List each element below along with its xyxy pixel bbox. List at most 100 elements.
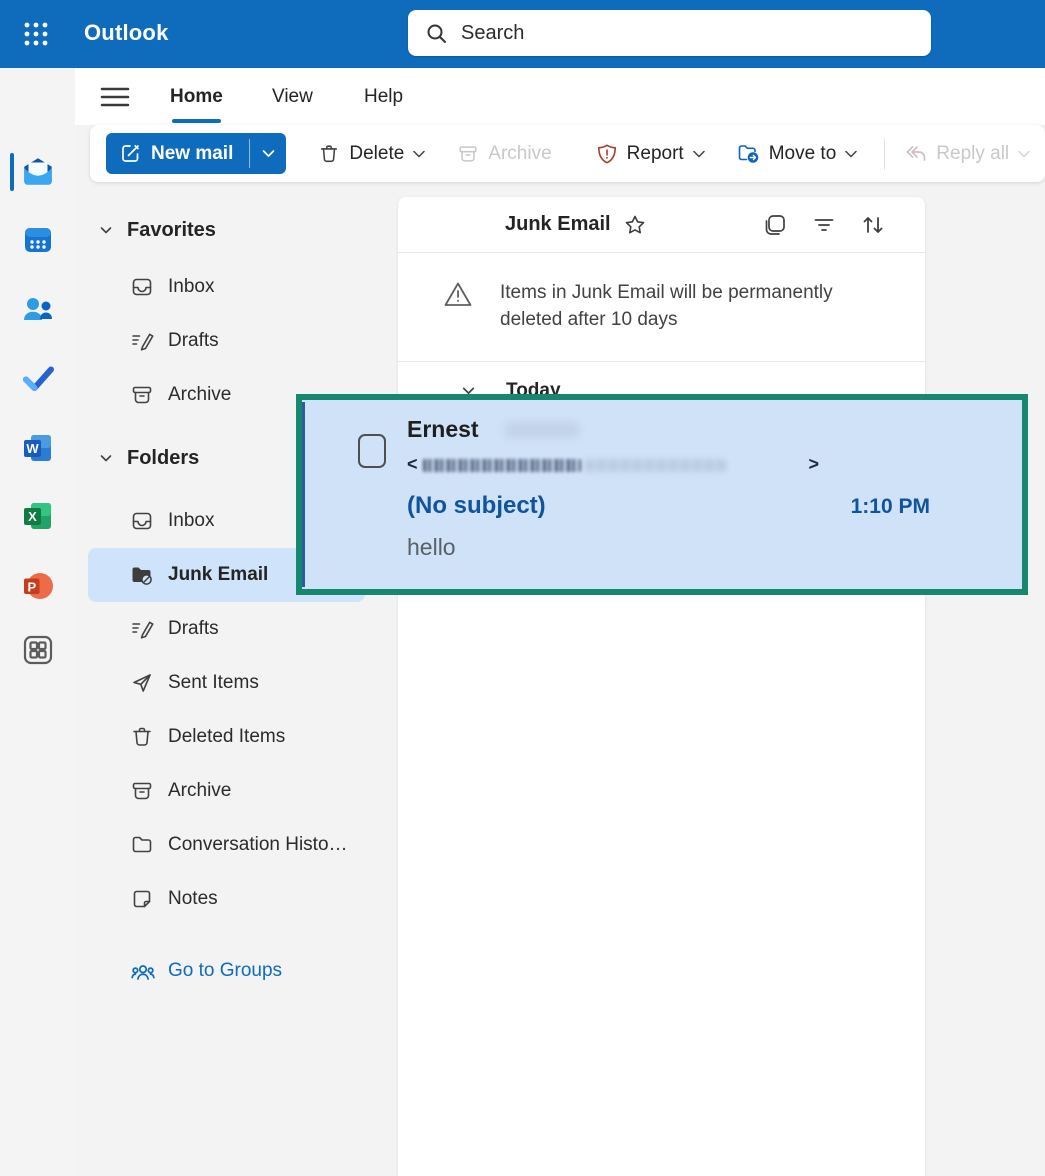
report-button[interactable]: Report [586, 135, 715, 173]
powerpoint-icon: P [20, 568, 56, 604]
rail-more-apps-button[interactable] [0, 626, 75, 674]
tab-help[interactable]: Help [364, 80, 403, 114]
email-address-line: < > [407, 454, 819, 478]
search-input[interactable] [461, 22, 891, 45]
top-bar: Outlook [0, 0, 1045, 68]
rail-word-button[interactable]: W [0, 424, 75, 472]
collapse-folder-pane-button[interactable] [100, 82, 136, 112]
go-to-groups-link[interactable]: Go to Groups [88, 944, 365, 998]
message-list-header: Junk Email [398, 197, 925, 253]
folder-label: Inbox [168, 276, 214, 298]
folder-deleted-items[interactable]: Deleted Items [88, 710, 365, 764]
folder-conversation-history[interactable]: Conversation Histo… [88, 818, 365, 872]
favorite-drafts[interactable]: Drafts [88, 314, 365, 368]
new-mail-split-button: New mail [106, 133, 286, 174]
folder-label: Conversation Histo… [168, 834, 348, 856]
new-mail-label: New mail [151, 143, 233, 165]
select-icon [762, 212, 788, 238]
folder-label: Junk Email [168, 564, 268, 586]
rail-people-button[interactable] [0, 286, 75, 334]
outlook-window: Outlook [0, 0, 1045, 1176]
junk-folder-icon [130, 563, 154, 587]
archive-button: Archive [447, 135, 561, 173]
archive-icon [130, 779, 154, 803]
rail-calendar-button[interactable] [0, 216, 75, 264]
message-list-actions [762, 212, 886, 238]
tab-home[interactable]: Home [170, 80, 223, 114]
rail-powerpoint-button[interactable]: P [0, 562, 75, 610]
select-messages-button[interactable] [762, 212, 788, 238]
reply-all-label: Reply all [936, 143, 1009, 165]
note-icon [130, 887, 154, 911]
chevron-down-icon [1018, 150, 1030, 158]
junk-retention-warning: Items in Junk Email will be permanently … [398, 253, 925, 362]
chevron-down-icon [845, 150, 857, 158]
redacted-email-address-tail [586, 459, 726, 472]
calendar-icon [20, 222, 56, 258]
sort-icon [860, 212, 886, 238]
folder-label: Deleted Items [168, 726, 285, 748]
rail-excel-button[interactable]: X [0, 492, 75, 540]
svg-text:W: W [26, 441, 39, 456]
email-checkbox[interactable] [358, 434, 386, 468]
ribbon-separator [884, 138, 885, 170]
search-bar[interactable] [408, 10, 931, 56]
delete-button[interactable]: Delete [308, 135, 435, 173]
sort-button[interactable] [860, 212, 886, 238]
folder-title: Junk Email [505, 213, 611, 236]
rail-todo-button[interactable] [0, 354, 75, 402]
app-title: Outlook [84, 20, 169, 46]
drafts-icon [130, 617, 154, 641]
selected-email-row[interactable]: Ernest < > (No subject) 1:10 PM hello [296, 394, 1028, 595]
archive-icon [130, 383, 154, 407]
folder-drafts[interactable]: Drafts [88, 602, 365, 656]
folder-label: Archive [168, 780, 231, 802]
word-icon: W [20, 430, 56, 466]
favorite-inbox[interactable]: Inbox [88, 260, 365, 314]
redacted-sender-suffix [505, 422, 579, 438]
excel-icon: X [20, 498, 56, 534]
filter-button[interactable] [811, 212, 837, 238]
folder-label: Archive [168, 384, 231, 406]
folder-notes[interactable]: Notes [88, 872, 365, 926]
rail-mail-button[interactable] [0, 148, 75, 196]
tab-view[interactable]: View [272, 80, 313, 114]
groups-icon [130, 959, 154, 983]
folder-label: Drafts [168, 618, 219, 640]
report-label: Report [627, 143, 684, 165]
reply-all-button: Reply all [894, 135, 1040, 173]
folders-title: Folders [127, 447, 199, 470]
folder-archive[interactable]: Archive [88, 764, 365, 818]
move-to-folder-icon [737, 142, 760, 165]
new-mail-button[interactable]: New mail [106, 133, 249, 174]
selection-indicator [302, 402, 305, 587]
archive-icon [457, 143, 479, 165]
waffle-icon [22, 20, 50, 48]
trash-icon [130, 725, 154, 749]
message-list-pane: Junk Email [398, 197, 925, 1176]
todo-icon [20, 360, 56, 396]
inbox-icon [130, 275, 154, 299]
email-sender: Ernest [407, 416, 479, 443]
favorite-star-button[interactable] [623, 213, 647, 237]
favorites-section-header[interactable]: Favorites [88, 210, 365, 250]
people-icon [20, 292, 56, 328]
reply-all-icon [904, 144, 927, 164]
folder-sent-items[interactable]: Sent Items [88, 656, 365, 710]
drafts-icon [130, 329, 154, 353]
email-subject: (No subject) [407, 492, 546, 520]
email-time: 1:10 PM [851, 495, 930, 519]
ribbon-toolbar: New mail Delete [90, 125, 1045, 182]
archive-label: Archive [488, 143, 551, 165]
search-icon [425, 22, 448, 45]
new-mail-dropdown-button[interactable] [250, 133, 286, 174]
warning-text: Items in Junk Email will be permanently … [500, 280, 872, 334]
app-launcher-button[interactable] [0, 0, 72, 68]
selected-app-indicator [10, 153, 14, 191]
trash-icon [318, 143, 340, 165]
folder-label: Inbox [168, 510, 214, 532]
move-to-button[interactable]: Move to [727, 134, 868, 173]
compose-icon [120, 143, 141, 164]
chevron-down-icon [98, 222, 114, 238]
chevron-down-icon [262, 149, 275, 158]
